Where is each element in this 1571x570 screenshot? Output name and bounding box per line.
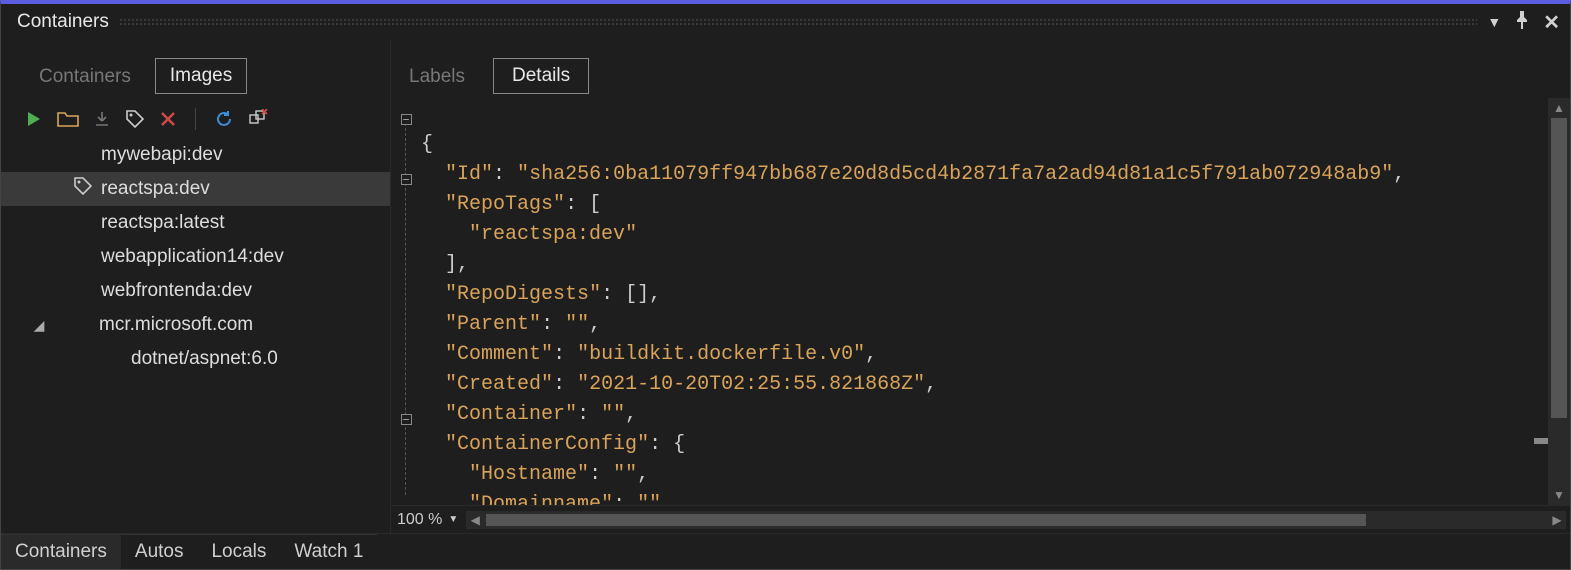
prune-icon[interactable] [248, 109, 270, 129]
containers-tool-window: Containers ▼ ✕ Containers Images [0, 0, 1571, 570]
tree-item[interactable]: ◢ mcr.microsoft.com [1, 308, 390, 342]
tree-item-label: reactspa:latest [101, 212, 225, 234]
bottom-tab-watch1[interactable]: Watch 1 [280, 534, 377, 569]
tag-icon[interactable] [125, 109, 145, 129]
tree-item[interactable]: reactspa:dev [1, 172, 390, 206]
pin-button[interactable] [1515, 11, 1529, 34]
titlebar-grip[interactable] [119, 18, 1477, 26]
overview-ruler[interactable] [1534, 98, 1548, 505]
json-editor[interactable]: { "Id": "sha256:0ba11079ff947bb687e20d8d… [421, 98, 1548, 505]
tree-item-label: webapplication14:dev [101, 246, 284, 268]
scroll-up-icon[interactable]: ▲ [1548, 98, 1570, 118]
bottom-tab-bar: Containers Autos Locals Watch 1 [1, 533, 1570, 569]
json-key: Parent [457, 313, 529, 336]
titlebar-title: Containers [17, 11, 109, 33]
bottom-tab-containers[interactable]: Containers [1, 534, 121, 569]
scroll-left-icon[interactable]: ◀ [466, 511, 484, 529]
editor-footer: 100 % ▼ ◀ ▶ [391, 505, 1570, 533]
images-toolbar [1, 102, 390, 138]
zoom-value: 100 % [397, 511, 442, 529]
scroll-right-icon[interactable]: ▶ [1548, 511, 1566, 529]
right-panel: Labels Details − − − { "Id": "sha256:0ba… [391, 40, 1570, 533]
tree-item[interactable]: dotnet/aspnet:6.0 [1, 342, 390, 376]
outline-column[interactable]: − − − [391, 98, 421, 505]
bottom-tab-autos[interactable]: Autos [121, 534, 198, 569]
tag-icon [73, 176, 93, 202]
horizontal-scrollbar[interactable]: ◀ ▶ [466, 511, 1566, 529]
image-tree[interactable]: mywebapi:dev reactspa:dev reactspa:lates… [1, 138, 390, 533]
json-key: RepoDigests [457, 283, 589, 306]
toolbar-separator [195, 108, 196, 130]
tree-item-label: mywebapi:dev [101, 144, 222, 166]
json-key: Hostname [481, 463, 577, 486]
json-key: Domainname [481, 493, 601, 505]
refresh-icon[interactable] [214, 109, 234, 129]
vertical-scrollbar[interactable]: ▲ ▼ [1548, 98, 1570, 505]
tree-item-label: mcr.microsoft.com [99, 314, 253, 336]
fold-toggle[interactable]: − [401, 174, 412, 185]
close-button[interactable]: ✕ [1543, 10, 1560, 35]
tree-item[interactable]: mywebapi:dev [1, 138, 390, 172]
json-key: ContainerConfig [457, 433, 637, 456]
expand-arrow-icon[interactable]: ◢ [29, 317, 49, 334]
tab-details[interactable]: Details [493, 58, 589, 94]
delete-icon[interactable] [159, 110, 177, 128]
run-icon[interactable] [25, 110, 43, 128]
open-folder-icon[interactable] [57, 110, 79, 128]
json-id-value: sha256:0ba11079ff947bb687e20d8d5cd4b2871… [529, 163, 1381, 186]
fold-toggle[interactable]: − [401, 414, 412, 425]
tree-item-label: webfrontenda:dev [101, 280, 252, 302]
tree-item[interactable]: reactspa:latest [1, 206, 390, 240]
titlebar[interactable]: Containers ▼ ✕ [1, 4, 1570, 40]
json-value: 2021-10-20T02:25:55.821868Z [589, 373, 913, 396]
zoom-level[interactable]: 100 % ▼ [391, 511, 466, 529]
fold-toggle[interactable]: − [401, 114, 412, 125]
tab-containers[interactable]: Containers [25, 60, 145, 94]
bottom-tab-locals[interactable]: Locals [197, 534, 280, 569]
tab-labels[interactable]: Labels [391, 60, 483, 94]
tab-images[interactable]: Images [155, 58, 247, 94]
download-icon[interactable] [93, 110, 111, 128]
json-key: RepoTags [457, 193, 553, 216]
json-value: buildkit.dockerfile.v0 [589, 343, 853, 366]
scroll-thumb[interactable] [486, 514, 1366, 526]
json-repotag-value: reactspa:dev [481, 223, 625, 246]
tree-item[interactable]: webapplication14:dev [1, 240, 390, 274]
window-menu-button[interactable]: ▼ [1487, 14, 1501, 30]
scroll-down-icon[interactable]: ▼ [1548, 485, 1570, 505]
left-panel: Containers Images [1, 40, 391, 533]
chevron-down-icon[interactable]: ▼ [448, 514, 458, 525]
json-key: Container [457, 403, 565, 426]
json-key: Comment [457, 343, 541, 366]
scroll-thumb[interactable] [1551, 118, 1567, 418]
tree-item[interactable]: webfrontenda:dev [1, 274, 390, 308]
json-key: Created [457, 373, 541, 396]
tree-item-label: dotnet/aspnet:6.0 [131, 348, 278, 370]
left-tabs: Containers Images [1, 40, 390, 102]
right-tabs: Labels Details [391, 40, 1570, 94]
tree-item-label: reactspa:dev [101, 178, 210, 200]
